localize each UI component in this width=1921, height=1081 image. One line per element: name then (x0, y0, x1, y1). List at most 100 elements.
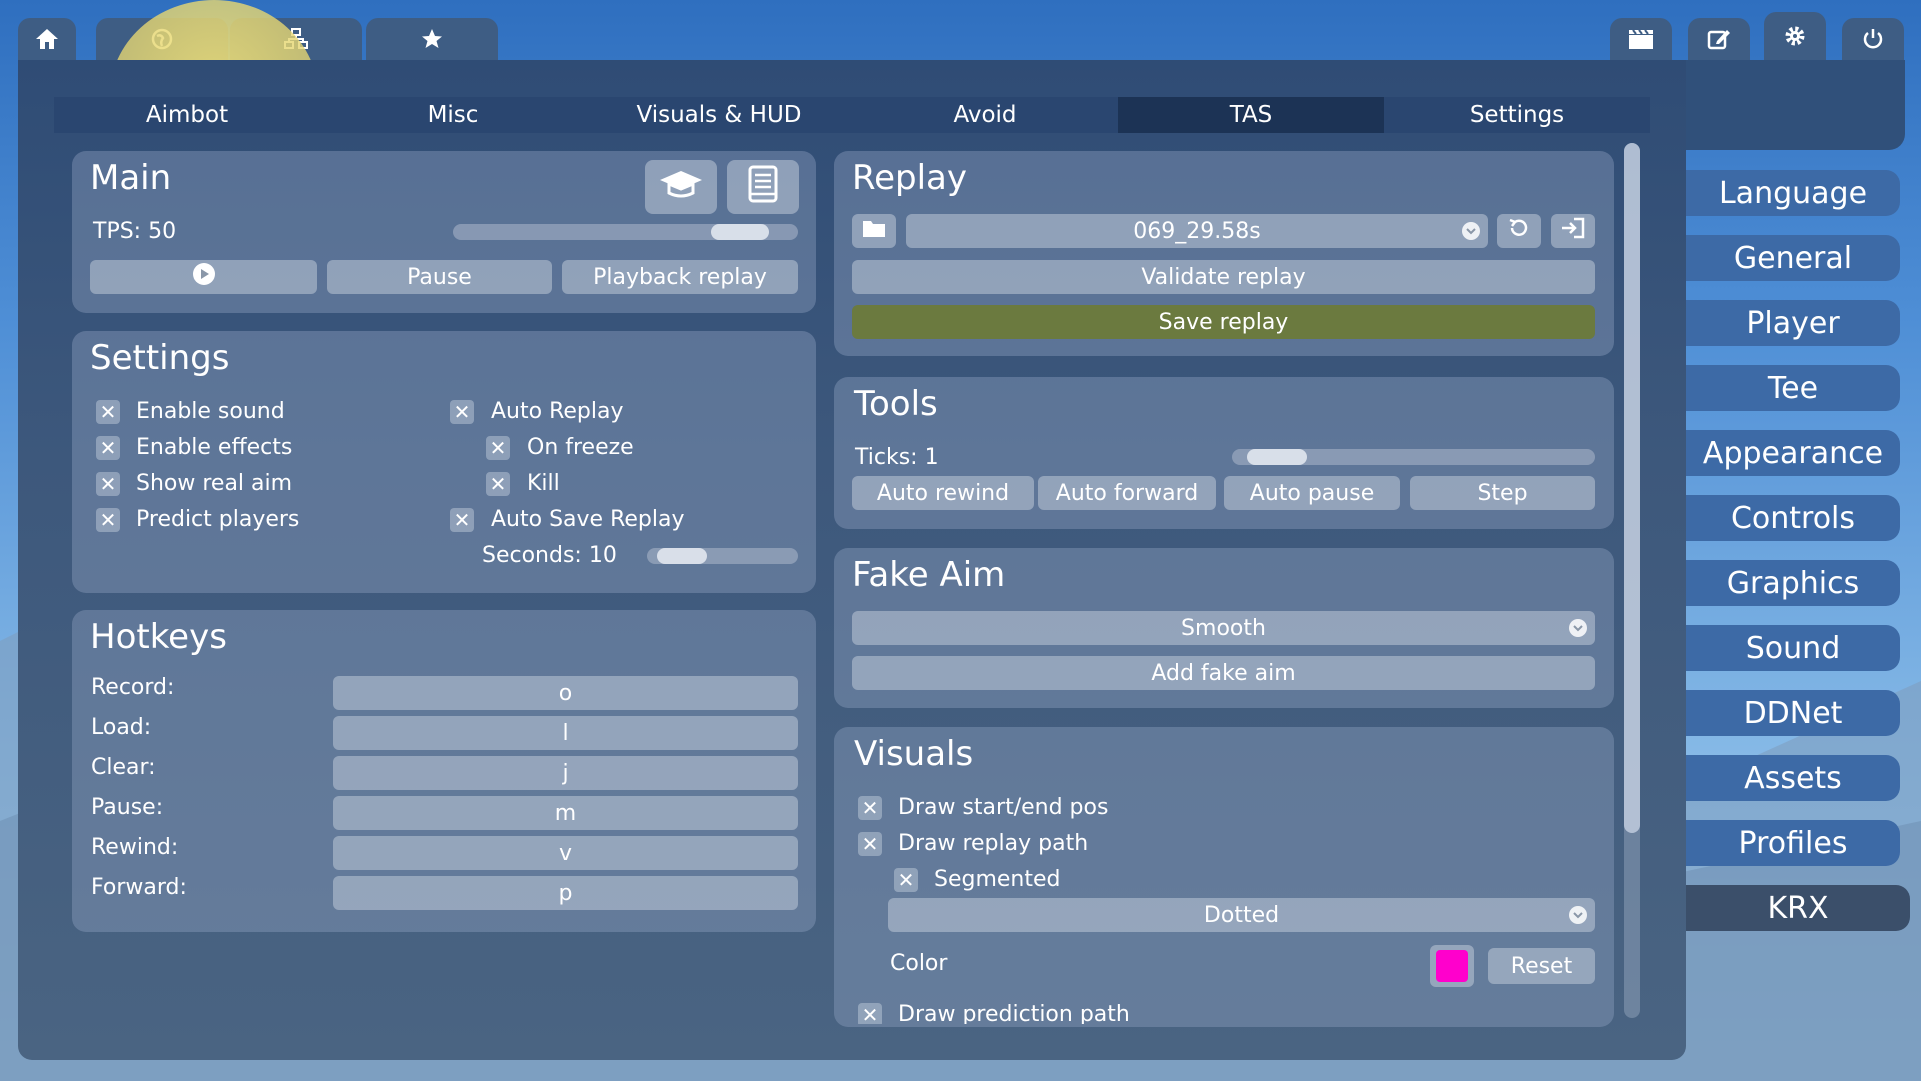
show-real-aim-checkbox[interactable]: ✕ (96, 472, 120, 496)
hotkey-binding-button[interactable]: j (333, 756, 798, 790)
path-style-select[interactable]: Dotted (888, 898, 1595, 932)
auto-rewind-button[interactable]: Auto rewind (852, 476, 1034, 510)
folder-icon (862, 218, 886, 244)
auto-forward-button[interactable]: Auto forward (1038, 476, 1216, 510)
auto-replay-label: Auto Replay (491, 399, 624, 424)
ticks-slider-knob[interactable] (1247, 449, 1307, 465)
fake-aim-title: Fake Aim (852, 555, 1006, 595)
auto-save-replay-label: Auto Save Replay (491, 507, 685, 532)
auto-pause-button[interactable]: Auto pause (1224, 476, 1400, 510)
settings-menu-profiles[interactable]: Profiles (1686, 820, 1900, 866)
on-freeze-checkbox[interactable]: ✕ (486, 436, 510, 460)
color-reset-button[interactable]: Reset (1488, 948, 1595, 984)
docs-button[interactable] (727, 160, 799, 214)
tab-tas[interactable]: TAS (1118, 97, 1384, 133)
hotkey-label: Forward: (91, 875, 187, 900)
settings-menu-assets[interactable]: Assets (1686, 755, 1900, 801)
fake-aim-mode-value: Smooth (1181, 615, 1266, 641)
step-button[interactable]: Step (1410, 476, 1595, 510)
tab-avoid[interactable]: Avoid (852, 97, 1118, 133)
settings-menu-sound[interactable]: Sound (1686, 625, 1900, 671)
auto-replay-checkbox[interactable]: ✕ (450, 400, 474, 424)
add-fake-aim-button[interactable]: Add fake aim (852, 656, 1595, 690)
draw-prediction-checkbox[interactable]: ✕ (858, 1003, 882, 1024)
segmented-label: Segmented (934, 867, 1061, 892)
settings-menu-krx[interactable]: KRX (1686, 885, 1910, 931)
editor-button[interactable] (1688, 18, 1750, 60)
segmented-checkbox[interactable]: ✕ (894, 868, 918, 892)
open-folder-button[interactable] (852, 214, 896, 248)
save-replay-button[interactable]: Save replay (852, 305, 1595, 339)
draw-start-end-checkbox[interactable]: ✕ (858, 796, 882, 820)
graduation-cap-icon (658, 167, 704, 207)
tps-slider[interactable] (453, 224, 798, 240)
play-button[interactable] (90, 260, 317, 294)
settings-menu-graphics[interactable]: Graphics (1686, 560, 1900, 606)
refresh-button[interactable] (1497, 214, 1541, 248)
tab-misc[interactable]: Misc (320, 97, 586, 133)
load-replay-button[interactable] (1551, 214, 1595, 248)
settings-title: Settings (90, 338, 230, 378)
pause-button[interactable]: Pause (327, 260, 552, 294)
auto-save-replay-checkbox[interactable]: ✕ (450, 508, 474, 532)
color-swatch (1436, 950, 1468, 982)
hotkey-binding-button[interactable]: o (333, 676, 798, 710)
scrollbar-thumb[interactable] (1624, 143, 1640, 833)
playback-replay-button[interactable]: Playback replay (562, 260, 798, 294)
settings-menu-ddnet[interactable]: DDNet (1686, 690, 1900, 736)
sub-tab-bar: Aimbot Misc Visuals & HUD Avoid TAS Sett… (54, 97, 1650, 133)
replay-select-value: 069_29.58s (1133, 218, 1261, 244)
enable-sound-label: Enable sound (136, 399, 285, 424)
seconds-slider-knob[interactable] (657, 548, 707, 564)
favorites-tab[interactable] (366, 18, 498, 60)
hotkey-label: Record: (91, 675, 175, 700)
fake-aim-mode-select[interactable]: Smooth (852, 611, 1595, 645)
draw-replay-path-label: Draw replay path (898, 831, 1089, 856)
draw-replay-path-checkbox[interactable]: ✕ (858, 832, 882, 856)
settings-menu-tee[interactable]: Tee (1686, 365, 1900, 411)
draw-start-end-label: Draw start/end pos (898, 795, 1109, 820)
main-title: Main (90, 158, 172, 198)
tab-aimbot[interactable]: Aimbot (54, 97, 320, 133)
settings-menu-player[interactable]: Player (1686, 300, 1900, 346)
enable-effects-checkbox[interactable]: ✕ (96, 436, 120, 460)
hotkey-binding-button[interactable]: v (333, 836, 798, 870)
seconds-label: Seconds: 10 (482, 543, 617, 568)
color-picker[interactable] (1430, 945, 1474, 987)
visuals-title: Visuals (854, 734, 974, 774)
settings-menu-appearance[interactable]: Appearance (1686, 430, 1900, 476)
tab-visuals-hud[interactable]: Visuals & HUD (586, 97, 852, 133)
validate-replay-button[interactable]: Validate replay (852, 260, 1595, 294)
tps-slider-knob[interactable] (711, 224, 769, 240)
tutorial-button[interactable] (645, 160, 717, 214)
chevron-down-icon (1462, 222, 1480, 240)
settings-menu-general[interactable]: General (1686, 235, 1900, 281)
gear-icon (1783, 24, 1807, 48)
settings-button[interactable] (1764, 12, 1826, 60)
quit-button[interactable] (1842, 18, 1904, 60)
tools-title: Tools (854, 384, 938, 424)
draw-prediction-label: Draw prediction path (898, 1002, 1130, 1024)
home-tab[interactable] (18, 18, 76, 60)
kill-checkbox[interactable]: ✕ (486, 472, 510, 496)
hotkeys-title: Hotkeys (90, 617, 227, 657)
power-icon (1861, 27, 1885, 51)
color-label: Color (890, 951, 948, 976)
chevron-down-icon (1569, 619, 1587, 637)
window-header-extension (1686, 60, 1905, 150)
enable-sound-checkbox[interactable]: ✕ (96, 400, 120, 424)
seconds-slider[interactable] (647, 548, 798, 564)
settings-menu-controls[interactable]: Controls (1686, 495, 1900, 541)
replay-select[interactable]: 069_29.58s (906, 214, 1488, 248)
tab-settings[interactable]: Settings (1384, 97, 1650, 133)
star-icon (420, 27, 444, 51)
hotkey-label: Clear: (91, 755, 156, 780)
predict-players-checkbox[interactable]: ✕ (96, 508, 120, 532)
ticks-slider[interactable] (1232, 449, 1595, 465)
settings-menu-language[interactable]: Language (1686, 170, 1900, 216)
hotkey-binding-button[interactable]: p (333, 876, 798, 910)
book-icon (747, 165, 779, 209)
demos-button[interactable] (1610, 18, 1672, 60)
hotkey-binding-button[interactable]: m (333, 796, 798, 830)
hotkey-binding-button[interactable]: l (333, 716, 798, 750)
